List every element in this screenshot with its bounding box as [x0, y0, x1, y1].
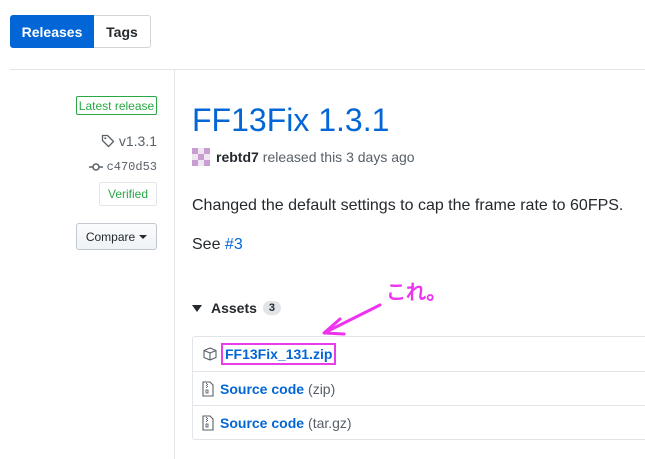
tab-tags[interactable]: Tags [94, 15, 151, 48]
tag-label[interactable]: v1.3.1 [119, 133, 157, 149]
file-zip-icon [202, 380, 214, 397]
commit-icon [88, 163, 103, 171]
verified-badge[interactable]: Verified [99, 182, 157, 206]
release-author-row: rebtd7 released this 3 days ago [192, 148, 415, 166]
asset-list: FF13Fix_131.zip Source code (zip) Source… [192, 336, 645, 440]
see-reference: See #3 [192, 236, 243, 254]
file-zip-icon [202, 414, 214, 431]
latest-release-badge: Latest release [76, 96, 157, 115]
assets-toggle[interactable]: Assets 3 [192, 300, 282, 316]
release-commit[interactable]: c470d53 [88, 160, 157, 174]
release-notes: Changed the default settings to cap the … [192, 197, 624, 214]
release-tag[interactable]: v1.3.1 [101, 133, 157, 149]
asset-link[interactable]: Source code [220, 415, 304, 431]
issue-link[interactable]: #3 [225, 236, 243, 253]
compare-label: Compare [85, 229, 136, 244]
package-icon [203, 347, 217, 361]
asset-format[interactable]: (tar.gz) [308, 415, 352, 431]
asset-link[interactable]: FF13Fix_131.zip [220, 343, 337, 365]
release-title[interactable]: FF13Fix 1.3.1 [192, 100, 389, 140]
compare-button[interactable]: Compare [76, 223, 157, 250]
assets-count: 3 [262, 301, 282, 315]
caret-down-icon [139, 234, 148, 239]
tab-releases[interactable]: Releases [10, 15, 94, 48]
header-divider [10, 69, 645, 70]
assets-label: Assets [211, 300, 257, 316]
column-divider [174, 69, 175, 459]
asset-item[interactable]: Source code (tar.gz) [193, 405, 645, 439]
release-tabs: Releases Tags [10, 15, 151, 48]
tag-icon [101, 134, 115, 148]
asset-link[interactable]: Source code [220, 381, 304, 397]
annotation-text: これ。 [386, 280, 447, 304]
see-label: See [192, 236, 221, 253]
commit-sha[interactable]: c470d53 [107, 160, 157, 174]
asset-item[interactable]: Source code (zip) [193, 371, 645, 405]
asset-item[interactable]: FF13Fix_131.zip [193, 337, 645, 371]
author-name[interactable]: rebtd7 [216, 149, 259, 165]
asset-format[interactable]: (zip) [308, 381, 335, 397]
avatar[interactable] [192, 148, 210, 166]
triangle-down-icon [192, 304, 202, 312]
released-text: released this 3 days ago [262, 149, 415, 165]
